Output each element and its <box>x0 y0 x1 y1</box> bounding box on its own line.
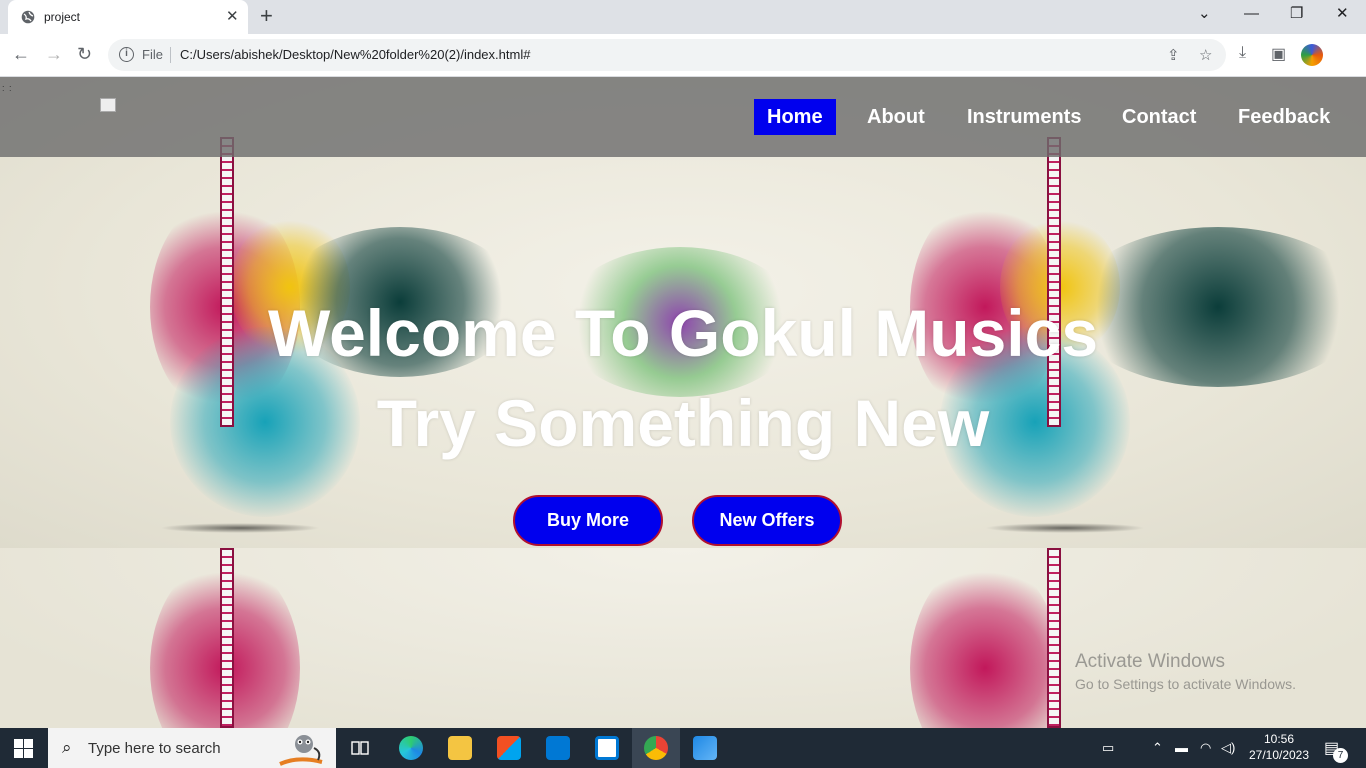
clock-date: 27/10/2023 <box>1248 748 1310 762</box>
tab-search-icon[interactable]: ⌄ <box>1198 4 1211 24</box>
reload-button[interactable]: ↻ <box>77 44 92 64</box>
watermark-title: Activate Windows <box>1075 651 1225 672</box>
page-viewport: : : Home About Instruments Contact Feedb… <box>0 77 1366 728</box>
forward-button[interactable]: → <box>45 44 63 64</box>
guitar-neck-decoration <box>220 548 234 728</box>
battery-icon[interactable]: ▬ <box>1175 740 1188 755</box>
nav-home-link[interactable]: Home <box>754 99 836 135</box>
bookmark-star-icon[interactable]: ☆ <box>1199 46 1212 64</box>
nav-feedback-link[interactable]: Feedback <box>1225 99 1343 135</box>
hero-heading: Welcome To Gokul Musics <box>267 296 1099 370</box>
scheme-label: File <box>142 47 163 62</box>
store-icon[interactable] <box>497 736 521 760</box>
new-tab-button[interactable]: + <box>260 5 273 27</box>
guitar-neck-decoration <box>1047 137 1061 427</box>
buy-more-button[interactable]: Buy More <box>513 495 663 546</box>
watermark-subtitle: Go to Settings to activate Windows. <box>1075 676 1296 692</box>
keyboard-icon[interactable]: ▭ <box>1102 740 1114 756</box>
globe-icon <box>21 10 35 24</box>
taskbar-search-box[interactable]: ⌕ Type here to search <box>48 728 336 768</box>
browser-tab-strip: project ✕ + ⌄ — ❐ ✕ <box>0 0 1366 34</box>
activate-windows-watermark: Activate Windows Go to Settings to activ… <box>1075 651 1296 692</box>
tab-close-icon[interactable]: ✕ <box>226 9 239 25</box>
broken-logo-image[interactable] <box>100 98 116 112</box>
info-icon[interactable]: i <box>119 47 134 62</box>
chevron-up-icon[interactable]: ⌃ <box>1152 740 1163 756</box>
task-view-icon[interactable] <box>350 738 370 758</box>
browser-toolbar: ← → ↻ i File C:/Users/abishek/Desktop/Ne… <box>0 34 1366 77</box>
restore-button[interactable]: ❐ <box>1290 4 1303 24</box>
hero-subheading: Try Something New <box>376 386 990 460</box>
file-explorer-icon[interactable] <box>448 736 472 760</box>
guitar-neck-decoration <box>220 137 234 427</box>
volume-icon[interactable]: ◁) <box>1221 740 1235 756</box>
taskbar-clock[interactable]: 10:56 27/10/2023 <box>1247 731 1311 763</box>
chrome-icon[interactable] <box>644 736 668 760</box>
nav-about-link[interactable]: About <box>854 99 938 135</box>
omnibox-divider <box>170 47 171 63</box>
wifi-icon[interactable]: ◠ <box>1200 740 1211 756</box>
photos-icon[interactable] <box>693 736 717 760</box>
guitar-neck-decoration <box>1047 548 1061 728</box>
nav-instruments-link[interactable]: Instruments <box>954 99 1094 135</box>
search-highlight-illustration <box>279 735 323 766</box>
app-icon[interactable] <box>595 736 619 760</box>
windows-start-icon[interactable] <box>14 739 33 758</box>
back-button[interactable]: ← <box>12 44 30 64</box>
new-offers-button[interactable]: New Offers <box>692 495 842 546</box>
edge-icon[interactable] <box>399 736 423 760</box>
search-placeholder: Type here to search <box>88 740 221 757</box>
clock-time: 10:56 <box>1263 732 1295 746</box>
tab-title: project <box>44 10 81 24</box>
address-bar[interactable]: i File C:/Users/abishek/Desktop/New%20fo… <box>108 39 1226 71</box>
mail-icon[interactable] <box>546 736 570 760</box>
windows-taskbar: ⌕ Type here to search ▭ ⌃ ▬ ◠ ◁) 10:56 2… <box>0 728 1366 768</box>
shadow-decoration <box>985 523 1145 533</box>
side-panel-icon[interactable]: ▣ <box>1271 44 1286 64</box>
site-header: : : Home About Instruments Contact Feedb… <box>0 77 1366 157</box>
browser-tab[interactable]: project ✕ <box>8 0 248 34</box>
nav-contact-link[interactable]: Contact <box>1109 99 1209 135</box>
shadow-decoration <box>160 523 320 533</box>
download-icon[interactable]: ⤓ <box>1239 44 1246 62</box>
hero-background-repeat <box>0 548 1366 728</box>
minimize-button[interactable]: — <box>1244 4 1259 24</box>
search-icon: ⌕ <box>62 738 72 757</box>
dots-marker: : : <box>2 83 13 93</box>
close-window-button[interactable]: ✕ <box>1336 4 1349 24</box>
paint-splash-decoration <box>910 558 1060 728</box>
share-icon[interactable]: ⇪ <box>1167 46 1180 64</box>
notification-count-badge: 7 <box>1333 748 1348 763</box>
profile-avatar[interactable] <box>1301 44 1323 66</box>
url-text[interactable]: C:/Users/abishek/Desktop/New%20folder%20… <box>180 47 530 62</box>
